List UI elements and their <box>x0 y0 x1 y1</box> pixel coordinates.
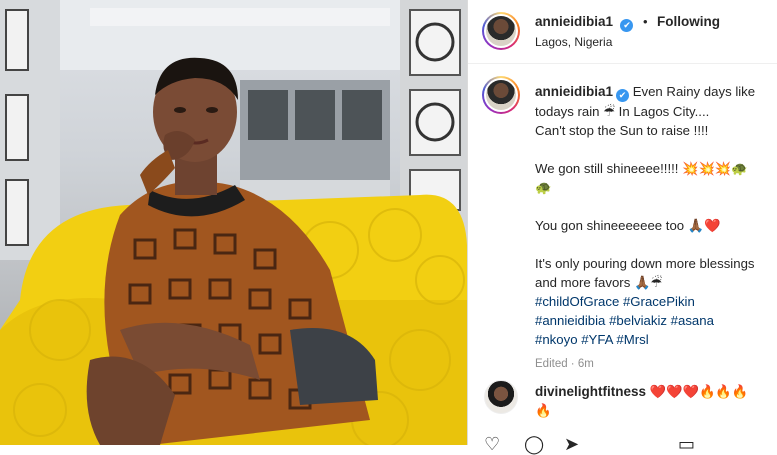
author-username[interactable]: annieidibia1 <box>535 14 613 29</box>
separator-dot: • <box>642 14 648 29</box>
caption-line-3b: 🐢 <box>535 180 552 195</box>
caption-line-4: You gon shineeeeeee too 🙏🏾❤️ <box>535 218 721 233</box>
following-button[interactable]: Following <box>657 14 720 29</box>
comment-text: ❤️❤️❤️🔥🔥🔥 <box>649 384 749 399</box>
hashtag-link[interactable]: #asana <box>671 313 714 328</box>
verified-badge-icon: ✔ <box>616 89 630 102</box>
caption-username[interactable]: annieidibia1 <box>535 84 613 99</box>
hashtag-link[interactable]: #nkoyo <box>535 332 578 347</box>
hashtag-link[interactable]: #belviakiz <box>609 313 667 328</box>
caption-author-avatar[interactable] <box>482 76 520 114</box>
commenter-username[interactable]: divinelightfitness <box>535 384 646 399</box>
post-location[interactable]: Lagos, Nigeria <box>535 35 612 49</box>
caption-line-3: We gon still shineeee!!!!! 💥💥💥🐢 <box>535 161 748 176</box>
post-photo-illustration <box>0 0 467 445</box>
hashtag-link[interactable]: #YFA <box>581 332 613 347</box>
author-avatar[interactable] <box>482 12 520 50</box>
hashtag-link[interactable]: #childOfGrace <box>535 294 619 309</box>
post-image[interactable] <box>0 0 467 445</box>
action-bar: ♡ ◯ ➤ ▭ <box>468 434 777 454</box>
hashtag-link[interactable]: #GracePikin <box>623 294 695 309</box>
verified-badge-icon: ✔ <box>620 19 634 32</box>
caption-line-5: It's only pouring down more blessings an… <box>535 256 755 290</box>
caption-area: annieidibia1 ✔ Even Rainy days like today… <box>468 64 777 445</box>
post-header: annieidibia1 ✔ • Following Lagos, Nigeri… <box>468 0 777 64</box>
hashtag-link[interactable]: #Mrsl <box>616 332 648 347</box>
post-sidebar: annieidibia1 ✔ • Following Lagos, Nigeri… <box>467 0 777 454</box>
commenter-avatar[interactable] <box>484 380 518 414</box>
header-line: annieidibia1 ✔ • Following <box>535 13 720 32</box>
comment-item: divinelightfitness ❤️❤️❤️🔥🔥🔥 🔥 <box>535 382 771 420</box>
edited-timestamp: Edited · 6m <box>535 358 594 370</box>
hashtag-link[interactable]: #annieidibia <box>535 313 605 328</box>
caption-line-2: Can't stop the Sun to raise !!!! <box>535 123 709 138</box>
caption: annieidibia1 ✔ Even Rainy days like today… <box>535 82 771 374</box>
comment-text-line2: 🔥 <box>535 403 552 418</box>
